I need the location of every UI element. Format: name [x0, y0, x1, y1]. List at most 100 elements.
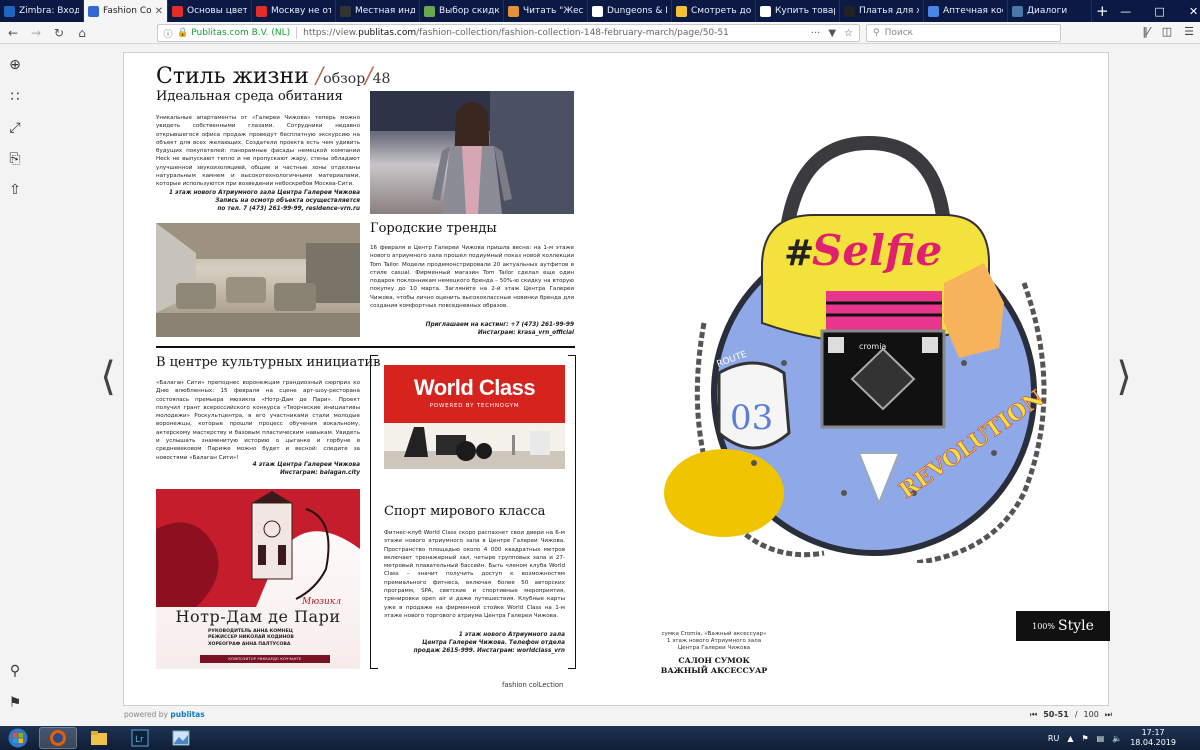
browser-tab[interactable]: Купить товары — [756, 0, 840, 22]
tab-favicon-icon — [592, 5, 603, 17]
language-indicator[interactable]: RU — [1048, 734, 1059, 743]
minimize-icon[interactable]: — — [1109, 0, 1143, 22]
section-title: Стиль жизни — [156, 64, 309, 89]
flag-tray-icon[interactable]: ⚑ — [1081, 734, 1088, 743]
bag-hash: # — [784, 233, 814, 274]
bag-selfie: Selfie — [812, 226, 942, 275]
network-icon[interactable]: ▤ — [1097, 734, 1105, 743]
home-icon[interactable]: ⌂ — [72, 23, 92, 43]
info-icon[interactable]: ⓘ — [161, 27, 175, 40]
browser-tab[interactable]: Москву не откл — [252, 0, 336, 22]
clock[interactable]: 17:17 18.04.2019 — [1130, 728, 1176, 748]
library-icon[interactable]: ‖⁄ — [1142, 25, 1149, 38]
windows-logo-icon — [8, 728, 28, 748]
tab-label: Аптечная косме — [943, 6, 1003, 16]
clock-date: 18.04.2019 — [1130, 738, 1176, 747]
browser-tab[interactable]: Dungeons & Dra — [588, 0, 672, 22]
svg-text:Lr: Lr — [135, 735, 144, 745]
info-line: Запись на осмотр объекта осуществляется — [215, 198, 360, 205]
info-line: Центра Галереи Чижова. Телефон отдела — [422, 640, 565, 647]
last-page-icon[interactable]: ⏭ — [1105, 710, 1112, 720]
lock-icon[interactable]: 🔒 — [177, 28, 188, 38]
browser-tab[interactable]: Диалоги — [1008, 0, 1092, 22]
address-bar[interactable]: ⓘ 🔒 Publitas.com B.V. (NL) https://view.… — [157, 24, 860, 42]
url-divider — [296, 27, 298, 39]
sidebar-icon[interactable]: ◫ — [1162, 25, 1172, 38]
new-tab-button[interactable]: + — [1096, 0, 1109, 22]
zoom-in-icon[interactable]: ⊕ — [6, 56, 24, 74]
close-tab-icon[interactable]: ✕ — [155, 6, 163, 17]
download-icon[interactable]: ⎘ — [6, 150, 24, 168]
browser-tab[interactable]: Смотреть дорам — [672, 0, 756, 22]
share-icon[interactable]: ⇧ — [6, 181, 24, 199]
tray-expand-icon[interactable]: ▲ — [1067, 734, 1073, 743]
browser-tab[interactable]: Платья для жен — [840, 0, 924, 22]
url-text[interactable]: https://view.publitas.com/fashion-collec… — [303, 28, 729, 38]
browser-tab[interactable]: Выбор скидки — [420, 0, 504, 22]
taskbar-photos[interactable] — [162, 727, 200, 749]
grid-view-icon[interactable]: ∷ — [6, 88, 24, 106]
folder-icon — [91, 731, 107, 745]
search-placeholder: Поиск — [884, 28, 914, 38]
menu-icon[interactable]: ☰ — [1184, 25, 1194, 38]
window-controls: — □ ✕ — [1109, 0, 1200, 22]
taskbar-explorer[interactable] — [80, 727, 118, 749]
search-input[interactable]: ⚲ Поиск — [866, 24, 1061, 42]
bag-number: 03 — [730, 398, 773, 438]
flag-icon[interactable]: ⚑ — [6, 694, 24, 712]
site-identity[interactable]: Publitas.com B.V. (NL) — [191, 28, 290, 38]
search-publication-icon[interactable]: ⚲ — [6, 662, 24, 680]
forward-icon[interactable]: → — [26, 23, 46, 43]
tab-label: Dungeons & Dra — [607, 6, 667, 16]
browser-tab[interactable]: Читать "Жесток — [504, 0, 588, 22]
page-indicator: ⏮ 50-51 / 100 ⏭ — [1030, 710, 1112, 720]
volume-icon[interactable]: 🔈 — [1112, 734, 1122, 743]
box-bracket-left — [370, 355, 378, 669]
tab-label: Выбор скидки — [439, 6, 499, 16]
article-body: 16 февраля в Центр Галереи Чижова пришла… — [370, 245, 574, 310]
browser-tab[interactable]: Аптечная косме — [924, 0, 1008, 22]
tab-label: Zimbra: Входящ — [19, 6, 79, 16]
bookmark-star-icon[interactable]: ☆ — [844, 28, 853, 39]
pocket-icon[interactable]: ▼ — [828, 28, 836, 39]
viewer-toolbar: ⊕ ∷ ⤢ ⎘ ⇧ ⚲ ⚑ — [0, 44, 30, 726]
browser-tab[interactable]: Местная инди- — [336, 0, 420, 22]
search-icon: ⚲ — [873, 28, 880, 38]
poster-tag: Мюзикл — [302, 597, 341, 607]
info-line: 4 этаж Центра Галереи Чижова — [252, 462, 360, 468]
bag-brand: cromia — [859, 342, 886, 351]
pages-separator: / — [1074, 710, 1078, 719]
browser-tab[interactable]: Основы цветок — [168, 0, 252, 22]
maximize-icon[interactable]: □ — [1143, 0, 1177, 22]
reload-icon[interactable]: ↻ — [49, 23, 69, 43]
tab-label: Местная инди- — [355, 6, 415, 16]
url-actions: ··· ▼ ☆ — [811, 28, 859, 39]
browser-tab[interactable]: Fashion Collect ✕ — [84, 0, 168, 22]
taskbar-lightroom[interactable]: Lr — [121, 727, 159, 749]
interior-lounge-photo — [156, 223, 360, 337]
fullscreen-icon[interactable]: ⤢ — [6, 119, 24, 137]
tab-favicon-icon — [88, 5, 99, 17]
info-line: продаж 2615-999. Инстаграм: worldclass_v… — [413, 648, 565, 655]
powered-prefix: powered by — [124, 710, 168, 719]
url-domain: publitas.com — [358, 28, 417, 38]
page-actions-icon[interactable]: ··· — [811, 28, 821, 39]
back-icon[interactable]: ← — [3, 23, 23, 43]
tab-favicon-icon — [340, 5, 351, 17]
start-button[interactable] — [0, 726, 36, 750]
browser-tab[interactable]: Zimbra: Входящ — [0, 0, 84, 22]
taskbar-firefox[interactable] — [39, 727, 77, 749]
article-title: Идеальная среда обитания — [156, 89, 343, 104]
article-body: Фитнес-клуб World Class скоро распахнет … — [384, 530, 565, 619]
bag-caption: сумка Cromia, «Важный аксессуар» 1 этаж … — [644, 631, 784, 653]
credit-line: ХОРЕОГРАФ АННА ПАЛТУСОВА — [208, 641, 291, 647]
article-info: 4 этаж Центра Галереи Чижова Инстаграм: … — [156, 461, 360, 477]
info-line: 1 этаж нового Атриумного зала — [458, 632, 565, 638]
next-page-icon[interactable]: ⟩ — [1114, 355, 1134, 399]
tab-favicon-icon — [844, 5, 855, 17]
first-page-icon[interactable]: ⏮ — [1030, 710, 1037, 720]
prev-page-icon[interactable]: ⟨ — [98, 355, 118, 399]
close-window-icon[interactable]: ✕ — [1177, 0, 1200, 22]
tab-favicon-icon — [256, 5, 267, 17]
powered-by[interactable]: powered by publitas — [124, 710, 205, 719]
